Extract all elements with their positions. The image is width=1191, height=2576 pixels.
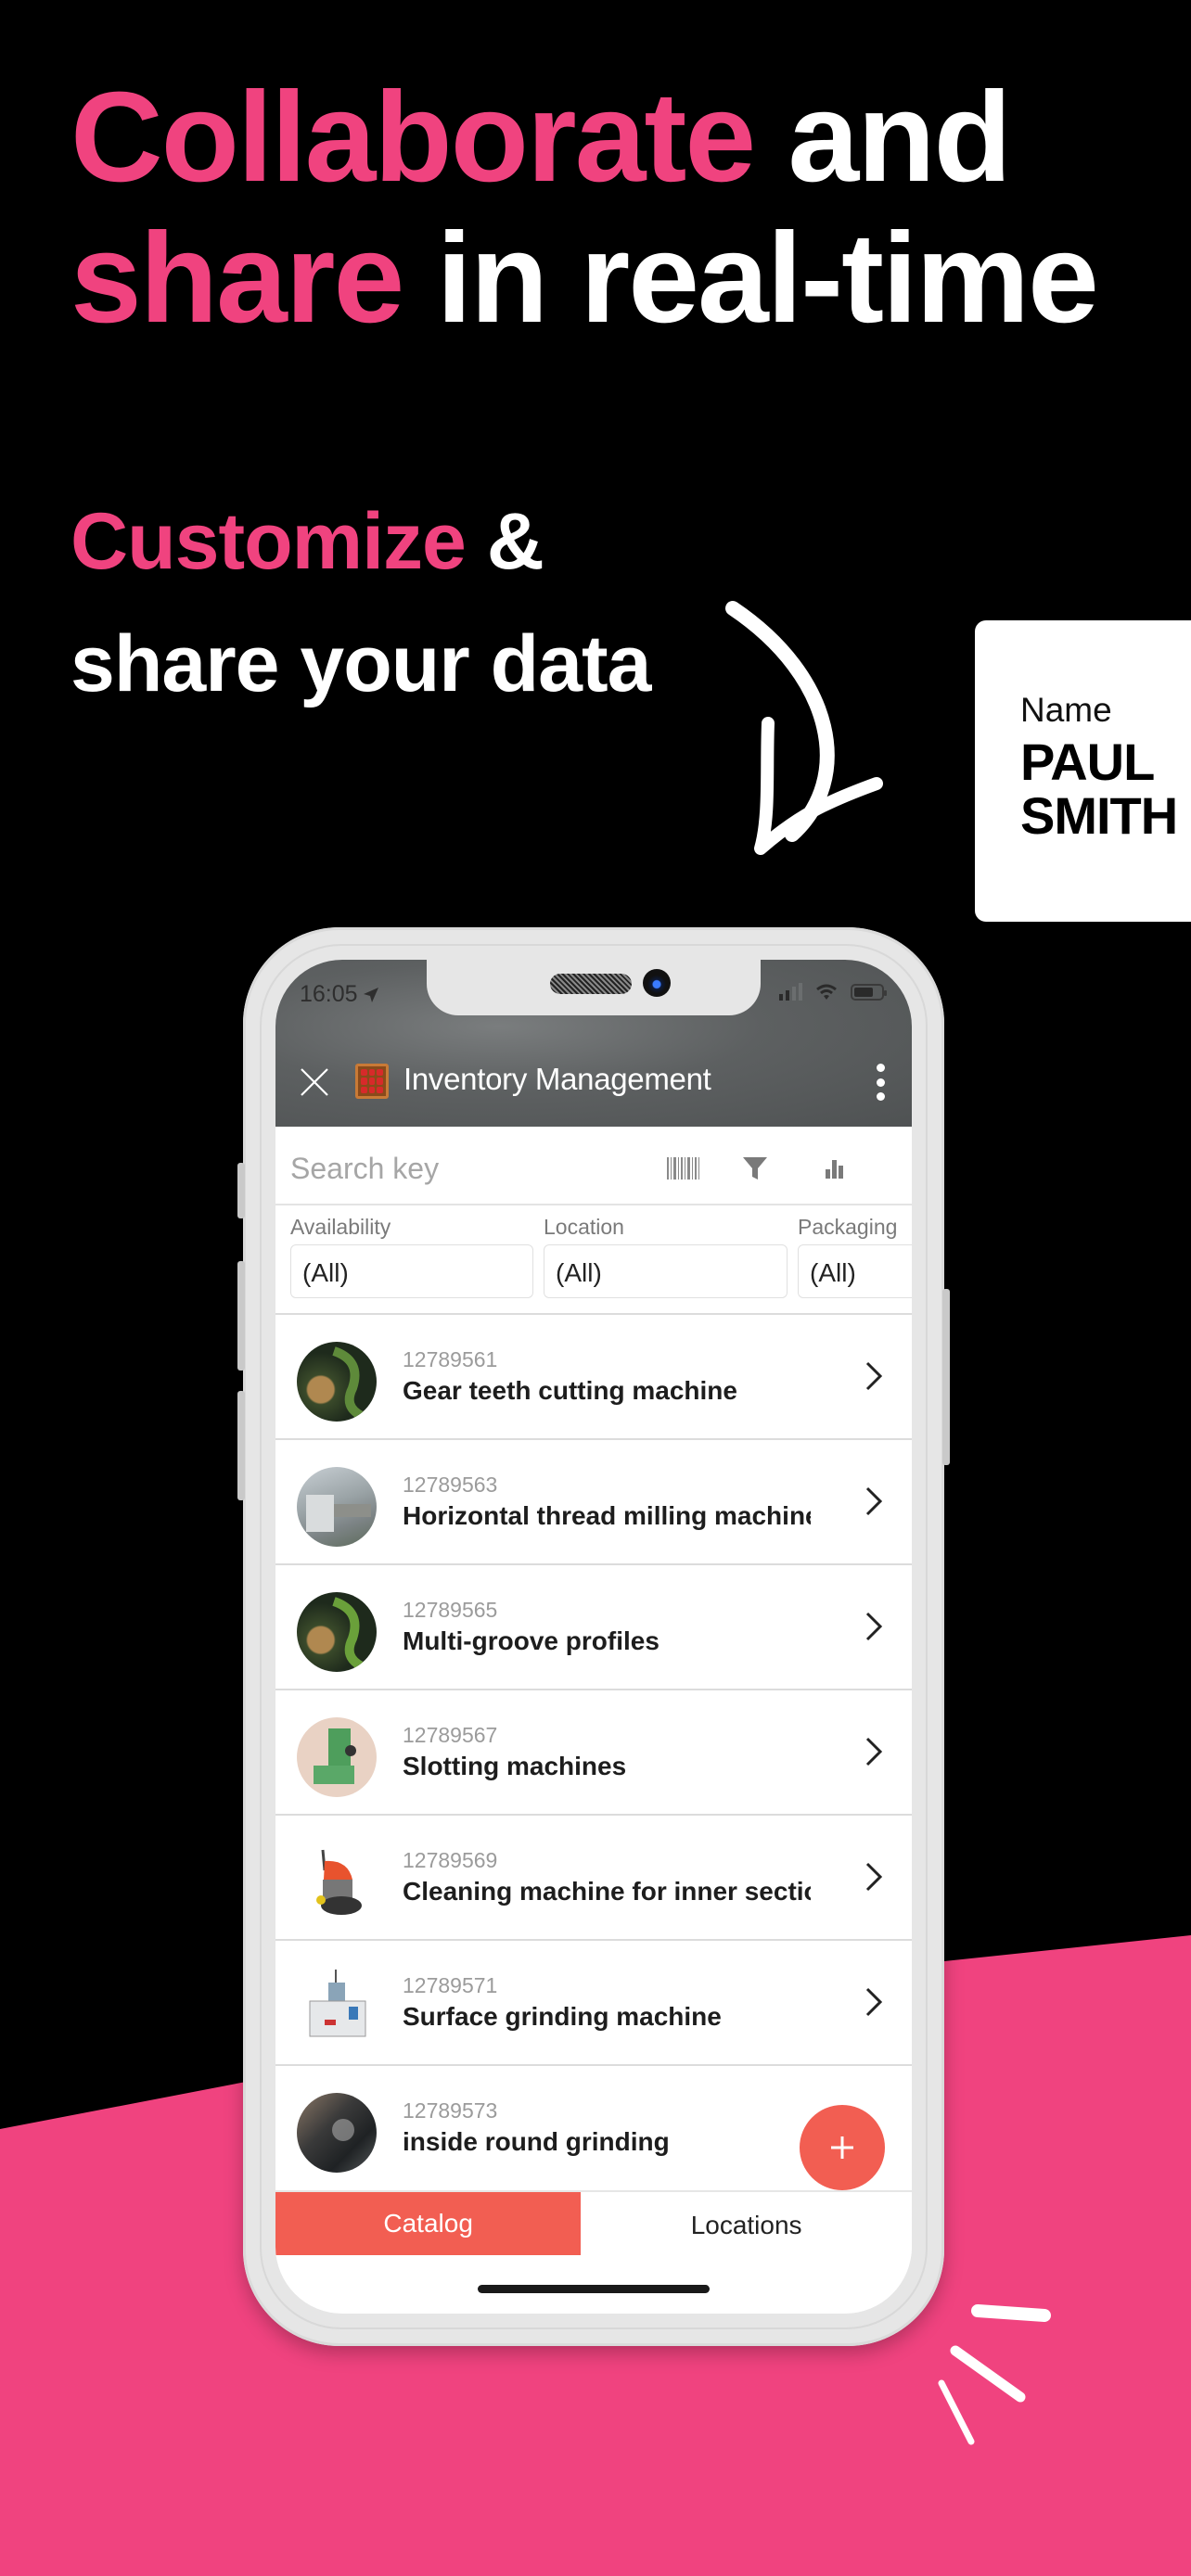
item-code: 12789569 — [403, 1848, 498, 1872]
filter-bar: Availability (All) Location (All) Packag… — [275, 1205, 912, 1315]
power-button — [942, 1289, 950, 1465]
status-bar-time: 16:05 — [300, 981, 380, 1008]
phone-mockup: 16:05 Inventory Management Search key Av… — [237, 927, 950, 2346]
list-item[interactable]: 12789569 Cleaning machine for inner sect… — [275, 1816, 912, 1941]
list-item[interactable]: 12789571 Surface grinding machine — [275, 1941, 912, 2066]
add-item-button[interactable] — [800, 2105, 885, 2190]
bottom-tab-bar: Catalog Locations — [275, 2190, 912, 2258]
subheadline: Customize & share your data — [70, 480, 651, 725]
availability-select[interactable]: (All) — [290, 1244, 533, 1298]
item-name: Slotting machines — [403, 1752, 627, 1780]
filter-label: Location — [544, 1215, 624, 1239]
name-card-label: Name — [1020, 691, 1112, 729]
headline-accent-1: Collaborate — [70, 66, 756, 209]
curved-arrow-icon — [725, 601, 883, 855]
packaging-select[interactable]: (All) — [798, 1244, 912, 1298]
location-arrow-icon — [363, 987, 378, 1002]
chevron-right-icon — [865, 1486, 883, 1516]
name-card: Name PAUL SMITH — [975, 620, 1191, 922]
tab-locations[interactable]: Locations — [581, 2192, 912, 2259]
subhead-accent: Customize — [70, 497, 467, 586]
list-item[interactable]: 12789567 Slotting machines — [275, 1690, 912, 1816]
speaker-grille — [550, 974, 632, 994]
status-bar-icons — [779, 983, 887, 1001]
item-code: 12789561 — [403, 1347, 498, 1371]
item-code: 12789573 — [403, 2098, 498, 2123]
headline: Collaborate and share in real-time — [70, 66, 1099, 350]
volume-up-button — [237, 1261, 245, 1371]
app-title-bar: Inventory Management — [275, 1052, 912, 1108]
chevron-right-icon — [865, 1612, 883, 1641]
item-thumbnail — [297, 1592, 377, 1672]
item-name: Surface grinding machine — [403, 2002, 722, 2031]
more-vertical-icon[interactable] — [871, 1064, 890, 1101]
filter-label: Packaging — [798, 1215, 898, 1239]
headline-text-2: in real-time — [403, 207, 1099, 350]
item-code: 12789563 — [403, 1473, 498, 1497]
catalog-list: 12789561 Gear teeth cutting machine 1278… — [275, 1315, 912, 2191]
wifi-icon — [816, 984, 837, 1000]
front-camera — [643, 969, 671, 997]
item-thumbnail — [297, 1342, 377, 1422]
chevron-right-icon — [865, 1862, 883, 1892]
tab-catalog[interactable]: Catalog — [275, 2192, 582, 2255]
phone-screen: 16:05 Inventory Management Search key Av… — [275, 960, 912, 2314]
list-item[interactable]: 12789563 Horizontal thread milling machi… — [275, 1440, 912, 1565]
headline-accent-2: share — [70, 207, 404, 350]
notch — [427, 960, 761, 1015]
home-indicator[interactable] — [478, 2285, 710, 2293]
location-select[interactable]: (All) — [544, 1244, 788, 1298]
search-input[interactable] — [290, 1148, 624, 1189]
list-item[interactable]: 12789561 Gear teeth cutting machine — [275, 1315, 912, 1440]
headline-text-1: and — [754, 66, 1011, 209]
filter-packaging: Packaging (All) — [798, 1215, 912, 1298]
abacus-icon — [355, 1064, 389, 1099]
filter-label: Availability — [290, 1215, 391, 1239]
item-code: 12789567 — [403, 1723, 498, 1747]
mute-switch — [237, 1163, 245, 1218]
item-code: 12789571 — [403, 1973, 498, 1997]
name-card-first-name: PAUL — [1020, 733, 1155, 791]
barcode-icon[interactable] — [665, 1152, 702, 1185]
name-card-last-name: SMITH — [1020, 786, 1178, 845]
app-header: 16:05 Inventory Management — [275, 960, 912, 1127]
battery-icon — [851, 984, 887, 1001]
item-name: Horizontal thread milling machine — [403, 1501, 811, 1530]
chevron-right-icon — [865, 1361, 883, 1391]
volume-down-button — [237, 1391, 245, 1500]
filter-availability: Availability (All) — [290, 1215, 533, 1298]
cellular-signal-icon — [779, 983, 802, 1001]
item-thumbnail — [297, 1717, 377, 1797]
item-thumbnail — [297, 2093, 377, 2173]
item-code: 12789565 — [403, 1598, 498, 1622]
list-item[interactable]: 12789565 Multi-groove profiles — [275, 1565, 912, 1690]
item-thumbnail — [297, 1968, 377, 2047]
bar-chart-icon[interactable] — [819, 1152, 851, 1185]
filter-location: Location (All) — [544, 1215, 788, 1298]
item-name: Gear teeth cutting machine — [403, 1376, 737, 1405]
app-title: Inventory Management — [403, 1062, 711, 1096]
item-thumbnail — [297, 1843, 377, 1922]
chevron-right-icon — [865, 1987, 883, 2017]
close-icon[interactable] — [298, 1065, 331, 1099]
search-bar — [275, 1129, 912, 1205]
subhead-amp: & — [465, 497, 544, 586]
item-name: Multi-groove profiles — [403, 1626, 660, 1655]
item-thumbnail — [297, 1467, 377, 1547]
item-name: Cleaning machine for inner section — [403, 1877, 811, 1906]
filter-icon[interactable] — [739, 1152, 771, 1185]
plus-icon — [831, 2136, 853, 2159]
item-name: inside round grinding — [403, 2127, 670, 2156]
subhead-line-2: share your data — [70, 619, 651, 708]
chevron-right-icon — [865, 1737, 883, 1766]
sparkle-decoration-icon — [938, 2304, 1051, 2445]
